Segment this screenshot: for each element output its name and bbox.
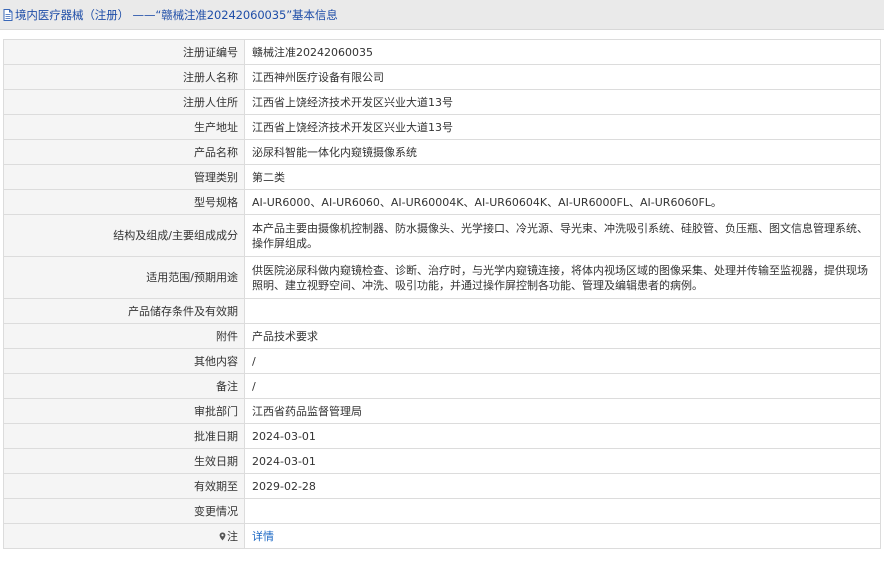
- table-row: 附件 产品技术要求: [3, 323, 881, 349]
- row-label: 产品储存条件及有效期: [3, 298, 245, 324]
- table-row: 注册人住所 江西省上饶经济技术开发区兴业大道13号: [3, 89, 881, 115]
- row-label: 变更情况: [3, 498, 245, 524]
- page-header: 境内医疗器械（注册） ——“赣械注准20242060035”基本信息: [0, 0, 884, 30]
- row-value: 江西省上饶经济技术开发区兴业大道13号: [244, 89, 881, 115]
- row-label: 适用范围/预期用途: [3, 256, 245, 299]
- row-value: 江西省药品监督管理局: [244, 398, 881, 424]
- row-value: 2029-02-28: [244, 473, 881, 499]
- table-row: 产品名称 泌尿科智能一体化内窥镜摄像系统: [3, 139, 881, 165]
- table-row: 其他内容 /: [3, 348, 881, 374]
- note-label: 注: [227, 529, 238, 543]
- row-label: 备注: [3, 373, 245, 399]
- table-row: 型号规格 AI-UR6000、AI-UR6060、AI-UR60004K、AI-…: [3, 189, 881, 215]
- row-value: 本产品主要由摄像机控制器、防水摄像头、光学接口、冷光源、导光束、冲洗吸引系统、硅…: [244, 214, 881, 257]
- row-label: 其他内容: [3, 348, 245, 374]
- table-row: 有效期至 2029-02-28: [3, 473, 881, 499]
- row-value: [244, 498, 881, 524]
- table-row: 适用范围/预期用途 供医院泌尿科做内窥镜检查、诊断、治疗时，与光学内窥镜连接，将…: [3, 256, 881, 299]
- table-row: 生产地址 江西省上饶经济技术开发区兴业大道13号: [3, 114, 881, 140]
- note-label-cell: 注: [3, 523, 245, 549]
- row-label: 管理类别: [3, 164, 245, 190]
- table-row: 变更情况: [3, 498, 881, 524]
- row-value: 江西神州医疗设备有限公司: [244, 64, 881, 90]
- row-label: 生效日期: [3, 448, 245, 474]
- row-label: 注册人住所: [3, 89, 245, 115]
- table-row: 生效日期 2024-03-01: [3, 448, 881, 474]
- row-label: 结构及组成/主要组成成分: [3, 214, 245, 257]
- row-value: 第二类: [244, 164, 881, 190]
- row-value: 产品技术要求: [244, 323, 881, 349]
- table-row: 注册人名称 江西神州医疗设备有限公司: [3, 64, 881, 90]
- row-label: 注册人名称: [3, 64, 245, 90]
- row-label: 产品名称: [3, 139, 245, 165]
- row-value: 泌尿科智能一体化内窥镜摄像系统: [244, 139, 881, 165]
- table-row: 管理类别 第二类: [3, 164, 881, 190]
- table-row: 产品储存条件及有效期: [3, 298, 881, 324]
- row-value: /: [244, 348, 881, 374]
- row-label: 型号规格: [3, 189, 245, 215]
- note-row: 注 详情: [3, 523, 881, 549]
- table-row: 结构及组成/主要组成成分 本产品主要由摄像机控制器、防水摄像头、光学接口、冷光源…: [3, 214, 881, 257]
- row-value: 2024-03-01: [244, 448, 881, 474]
- note-value-cell: 详情: [244, 523, 881, 549]
- row-label: 有效期至: [3, 473, 245, 499]
- table-row: 注册证编号 赣械注准20242060035: [3, 39, 881, 65]
- row-value: 2024-03-01: [244, 423, 881, 449]
- row-label: 附件: [3, 323, 245, 349]
- pin-icon: [219, 532, 226, 540]
- row-value: /: [244, 373, 881, 399]
- details-link[interactable]: 详情: [252, 530, 274, 543]
- document-icon: [3, 8, 13, 21]
- table-row: 批准日期 2024-03-01: [3, 423, 881, 449]
- table-row: 审批部门 江西省药品监督管理局: [3, 398, 881, 424]
- row-label: 生产地址: [3, 114, 245, 140]
- row-value: 供医院泌尿科做内窥镜检查、诊断、治疗时，与光学内窥镜连接，将体内视场区域的图像采…: [244, 256, 881, 299]
- row-label: 审批部门: [3, 398, 245, 424]
- row-value: [244, 298, 881, 324]
- row-value: 赣械注准20242060035: [244, 39, 881, 65]
- info-table: 注册证编号 赣械注准20242060035 注册人名称 江西神州医疗设备有限公司…: [3, 39, 881, 549]
- page-title: 境内医疗器械（注册） ——“赣械注准20242060035”基本信息: [15, 7, 338, 22]
- table-row: 备注 /: [3, 373, 881, 399]
- row-label: 注册证编号: [3, 39, 245, 65]
- row-value: AI-UR6000、AI-UR6060、AI-UR60004K、AI-UR606…: [244, 189, 881, 215]
- row-label: 批准日期: [3, 423, 245, 449]
- row-value: 江西省上饶经济技术开发区兴业大道13号: [244, 114, 881, 140]
